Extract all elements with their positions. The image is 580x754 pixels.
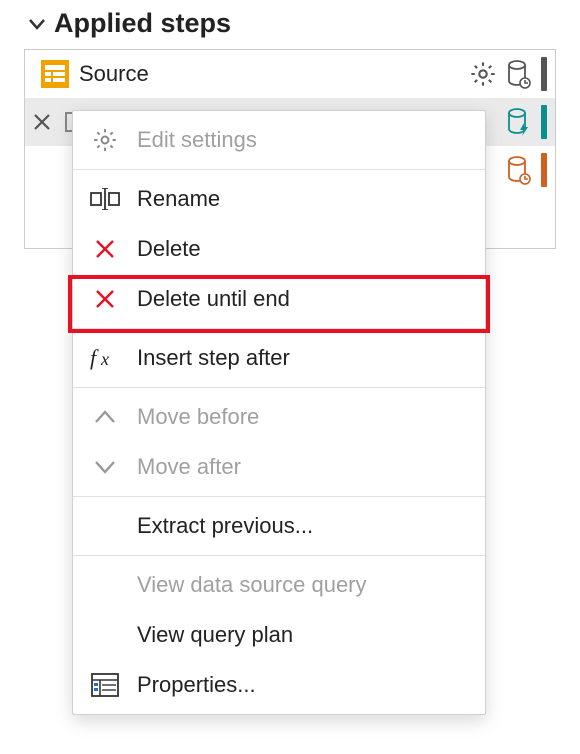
menu-delete[interactable]: Delete: [73, 224, 485, 274]
menu-properties[interactable]: Properties...: [73, 660, 485, 710]
menu-separator: [73, 496, 485, 497]
database-lightning-icon[interactable]: [505, 108, 533, 136]
svg-text:x: x: [100, 349, 109, 369]
panel-title: Applied steps: [54, 8, 231, 39]
step-label: Source: [79, 61, 459, 87]
menu-label: Edit settings: [137, 127, 257, 153]
menu-separator: [73, 555, 485, 556]
status-bar-icon: [541, 153, 547, 187]
status-bar-icon: [541, 57, 547, 91]
menu-separator: [73, 328, 485, 329]
menu-view-query-plan[interactable]: View query plan: [73, 610, 485, 660]
gear-icon[interactable]: [469, 60, 497, 88]
blank-icon: [89, 619, 121, 651]
database-clock-icon[interactable]: [505, 156, 533, 184]
source-table-icon: [41, 60, 69, 88]
menu-separator: [73, 169, 485, 170]
menu-move-after: Move after: [73, 442, 485, 492]
chevron-up-icon: [89, 401, 121, 433]
menu-label: View data source query: [137, 572, 367, 598]
menu-move-before: Move before: [73, 392, 485, 442]
menu-view-data-source-query: View data source query: [73, 560, 485, 610]
menu-label: Rename: [137, 186, 220, 212]
menu-label: Move after: [137, 454, 241, 480]
fx-icon: f x: [89, 342, 121, 374]
menu-label: Properties...: [137, 672, 256, 698]
menu-label: Delete: [137, 236, 201, 262]
delete-step-icon[interactable]: [29, 109, 55, 135]
close-icon: [89, 233, 121, 265]
menu-label: Delete until end: [137, 286, 290, 312]
menu-label: View query plan: [137, 622, 293, 648]
database-icon[interactable]: [505, 60, 533, 88]
chevron-down-icon: [28, 15, 46, 33]
blank-icon: [89, 510, 121, 542]
status-bar-icon: [541, 105, 547, 139]
properties-icon: [89, 669, 121, 701]
menu-separator: [73, 387, 485, 388]
blank-icon: [89, 569, 121, 601]
gear-icon: [89, 124, 121, 156]
context-menu: Edit settings Rename Delete Dele: [72, 110, 486, 715]
step-row-source[interactable]: Source: [25, 50, 555, 98]
chevron-down-icon: [89, 451, 121, 483]
menu-extract-previous[interactable]: Extract previous...: [73, 501, 485, 551]
svg-text:f: f: [90, 345, 99, 370]
applied-steps-panel: Applied steps Source: [0, 0, 580, 249]
menu-label: Extract previous...: [137, 513, 313, 539]
rename-icon: [89, 183, 121, 215]
menu-label: Insert step after: [137, 345, 290, 371]
menu-edit-settings: Edit settings: [73, 115, 485, 165]
close-icon: [89, 283, 121, 315]
menu-insert-step-after[interactable]: f x Insert step after: [73, 333, 485, 383]
menu-label: Move before: [137, 404, 259, 430]
menu-rename[interactable]: Rename: [73, 174, 485, 224]
panel-header[interactable]: Applied steps: [0, 8, 580, 49]
menu-delete-until-end[interactable]: Delete until end: [73, 274, 485, 324]
